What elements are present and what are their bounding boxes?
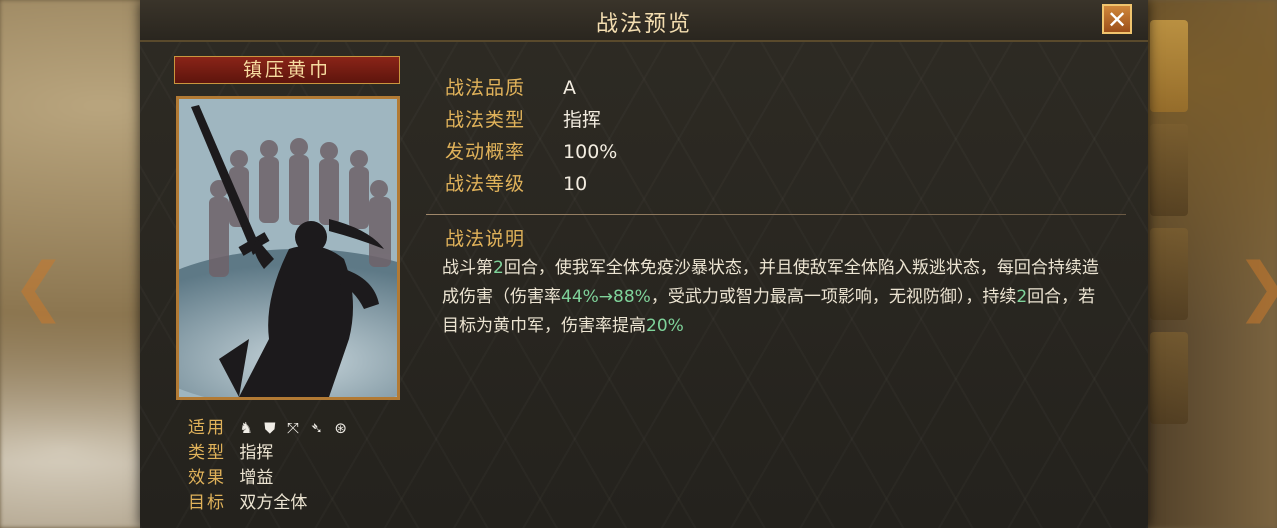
description-heading: 战法说明 [445,228,526,250]
effect-row: 效果 增益 [188,466,353,491]
target-label: 目标 [188,493,226,513]
target-row: 目标 双方全体 [188,491,353,516]
cavalry-icon: ♞ [239,419,253,437]
description-highlight: 20% [646,316,684,336]
applicable-label: 适用 [188,418,226,438]
skill-portrait-image [176,96,400,400]
siege-icon: ⊛ [334,419,347,437]
skill-attributes: 适用 ♞ ⛊ ⤧ ➴ ⊛ 类型 指挥 效果 增益 目标 双方全体 [188,416,353,516]
trigger-rate-value: 100% [563,141,618,163]
next-arrow-icon[interactable]: ❯ [1236,255,1277,319]
type-label: 类型 [188,443,226,463]
title-bar: 战法预览 ✕ [140,0,1148,42]
background-tab [1150,124,1188,216]
dialog-title: 战法预览 [595,12,692,37]
skill-level-row: 战法等级 10 [445,168,617,200]
skill-description: 战斗第2回合，使我军全体免疫沙暴状态，并且使敌军全体陷入叛逃状态，每回合持续造成… [442,254,1112,341]
description-highlight: 2 [1016,287,1028,307]
description-text: ，受武力或智力最高一项影响，无视防御），持续 [650,287,1017,307]
description-highlight: 2 [493,258,504,278]
skill-preview-dialog: 战法预览 ✕ 镇压黄巾 适用 ♞ ⛊ ⤧ ➴ ⊛ 类型 指挥 效果 增益 目标 … [140,0,1148,528]
quality-value: A [563,77,577,99]
description-text: 战斗第 [442,258,493,278]
background-tab [1150,332,1188,424]
close-button[interactable]: ✕ [1102,4,1132,34]
quality-row: 战法品质 A [445,72,617,104]
background-tab [1150,228,1188,320]
effect-label: 效果 [188,468,226,488]
shield-icon: ⛊ [264,419,276,437]
skill-type-value: 指挥 [563,109,602,131]
prev-arrow-icon[interactable]: ❮ [12,255,66,319]
applicable-units-row: 适用 ♞ ⛊ ⤧ ➴ ⊛ [188,416,353,441]
section-divider [426,214,1126,215]
effect-value: 增益 [239,468,274,488]
skill-level-label: 战法等级 [445,173,526,195]
spear-icon: ➴ [310,419,323,437]
description-highlight: 44%→88% [561,287,651,307]
skill-type-label: 战法类型 [445,109,526,131]
type-value: 指挥 [239,443,274,463]
background-side-tabs [1150,20,1190,436]
skill-properties: 战法品质 A 战法类型 指挥 发动概率 100% 战法等级 10 [445,72,617,200]
skill-level-value: 10 [563,173,588,195]
bow-icon: ⤧ [286,419,299,437]
quality-label: 战法品质 [445,77,526,99]
trigger-rate-row: 发动概率 100% [445,136,617,168]
trigger-rate-label: 发动概率 [445,141,526,163]
target-value: 双方全体 [239,493,308,513]
skill-name-banner: 镇压黄巾 [174,56,400,84]
skill-type-row: 战法类型 指挥 [445,104,617,136]
type-row: 类型 指挥 [188,441,353,466]
background-tab [1150,20,1188,112]
